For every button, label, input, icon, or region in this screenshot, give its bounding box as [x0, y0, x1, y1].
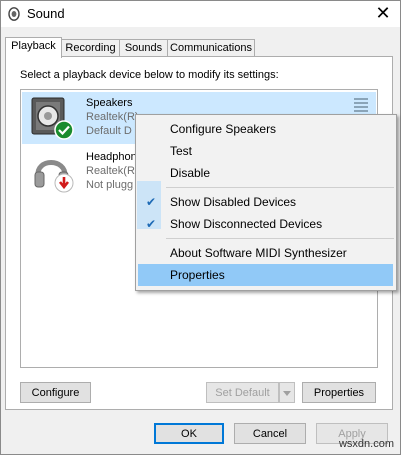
volume-level-icon [354, 98, 368, 114]
set-default-button[interactable]: Set Default [206, 382, 279, 403]
menu-item-properties[interactable]: Properties [138, 264, 393, 286]
speaker-app-icon [8, 7, 20, 21]
menu-item-configure-speakers[interactable]: Configure Speakers [138, 118, 393, 140]
tab-communications[interactable]: Communications [167, 39, 255, 57]
device-name: Headphon [86, 151, 137, 163]
menu-item-label: Show Disabled Devices [170, 195, 297, 209]
menu-item-disable[interactable]: Disable [138, 162, 393, 184]
menu-item-about-midi[interactable]: About Software MIDI Synthesizer [138, 242, 393, 264]
green-check-badge-icon [54, 120, 74, 140]
menu-item-show-disconnected-devices[interactable]: ✔ Show Disconnected Devices [138, 213, 393, 235]
red-down-arrow-badge-icon [54, 173, 74, 193]
close-button[interactable]: ✕ [366, 1, 400, 27]
menu-separator [166, 187, 394, 188]
menu-item-label: Show Disconnected Devices [170, 217, 323, 231]
tab-recording[interactable]: Recording [61, 39, 120, 57]
checkmark-icon: ✔ [146, 217, 157, 231]
device-status: Not plugg [86, 179, 134, 191]
device-name: Speakers [86, 97, 133, 109]
set-default-dropdown[interactable] [279, 382, 295, 403]
tab-playback[interactable]: Playback [5, 37, 62, 58]
context-menu: Configure Speakers Test Disable ✔ Show D… [135, 114, 397, 291]
window-title: Sound [27, 6, 65, 21]
cancel-button[interactable]: Cancel [234, 423, 306, 444]
checkmark-icon: ✔ [146, 195, 157, 209]
device-driver: Realtek(R) [86, 165, 139, 177]
menu-separator [166, 238, 394, 239]
instruction-text: Select a playback device below to modify… [20, 69, 279, 81]
menu-item-label: Disable [170, 166, 211, 180]
menu-item-test[interactable]: Test [138, 140, 393, 162]
menu-item-label: Properties [170, 268, 225, 282]
title-bar: Sound ✕ [1, 1, 400, 27]
menu-item-label: About Software MIDI Synthesizer [170, 246, 347, 260]
ok-button[interactable]: OK [154, 423, 224, 444]
device-status: Default D [86, 125, 132, 137]
menu-item-show-disabled-devices[interactable]: ✔ Show Disabled Devices [138, 191, 393, 213]
tab-sounds[interactable]: Sounds [119, 39, 168, 57]
chevron-down-icon [283, 390, 291, 396]
properties-button[interactable]: Properties [302, 382, 376, 403]
menu-item-label: Test [170, 144, 193, 158]
menu-item-label: Configure Speakers [170, 122, 277, 136]
device-driver: Realtek(R) [86, 111, 139, 123]
watermark: wsxdn.com [338, 438, 394, 450]
configure-button[interactable]: Configure [20, 382, 91, 403]
